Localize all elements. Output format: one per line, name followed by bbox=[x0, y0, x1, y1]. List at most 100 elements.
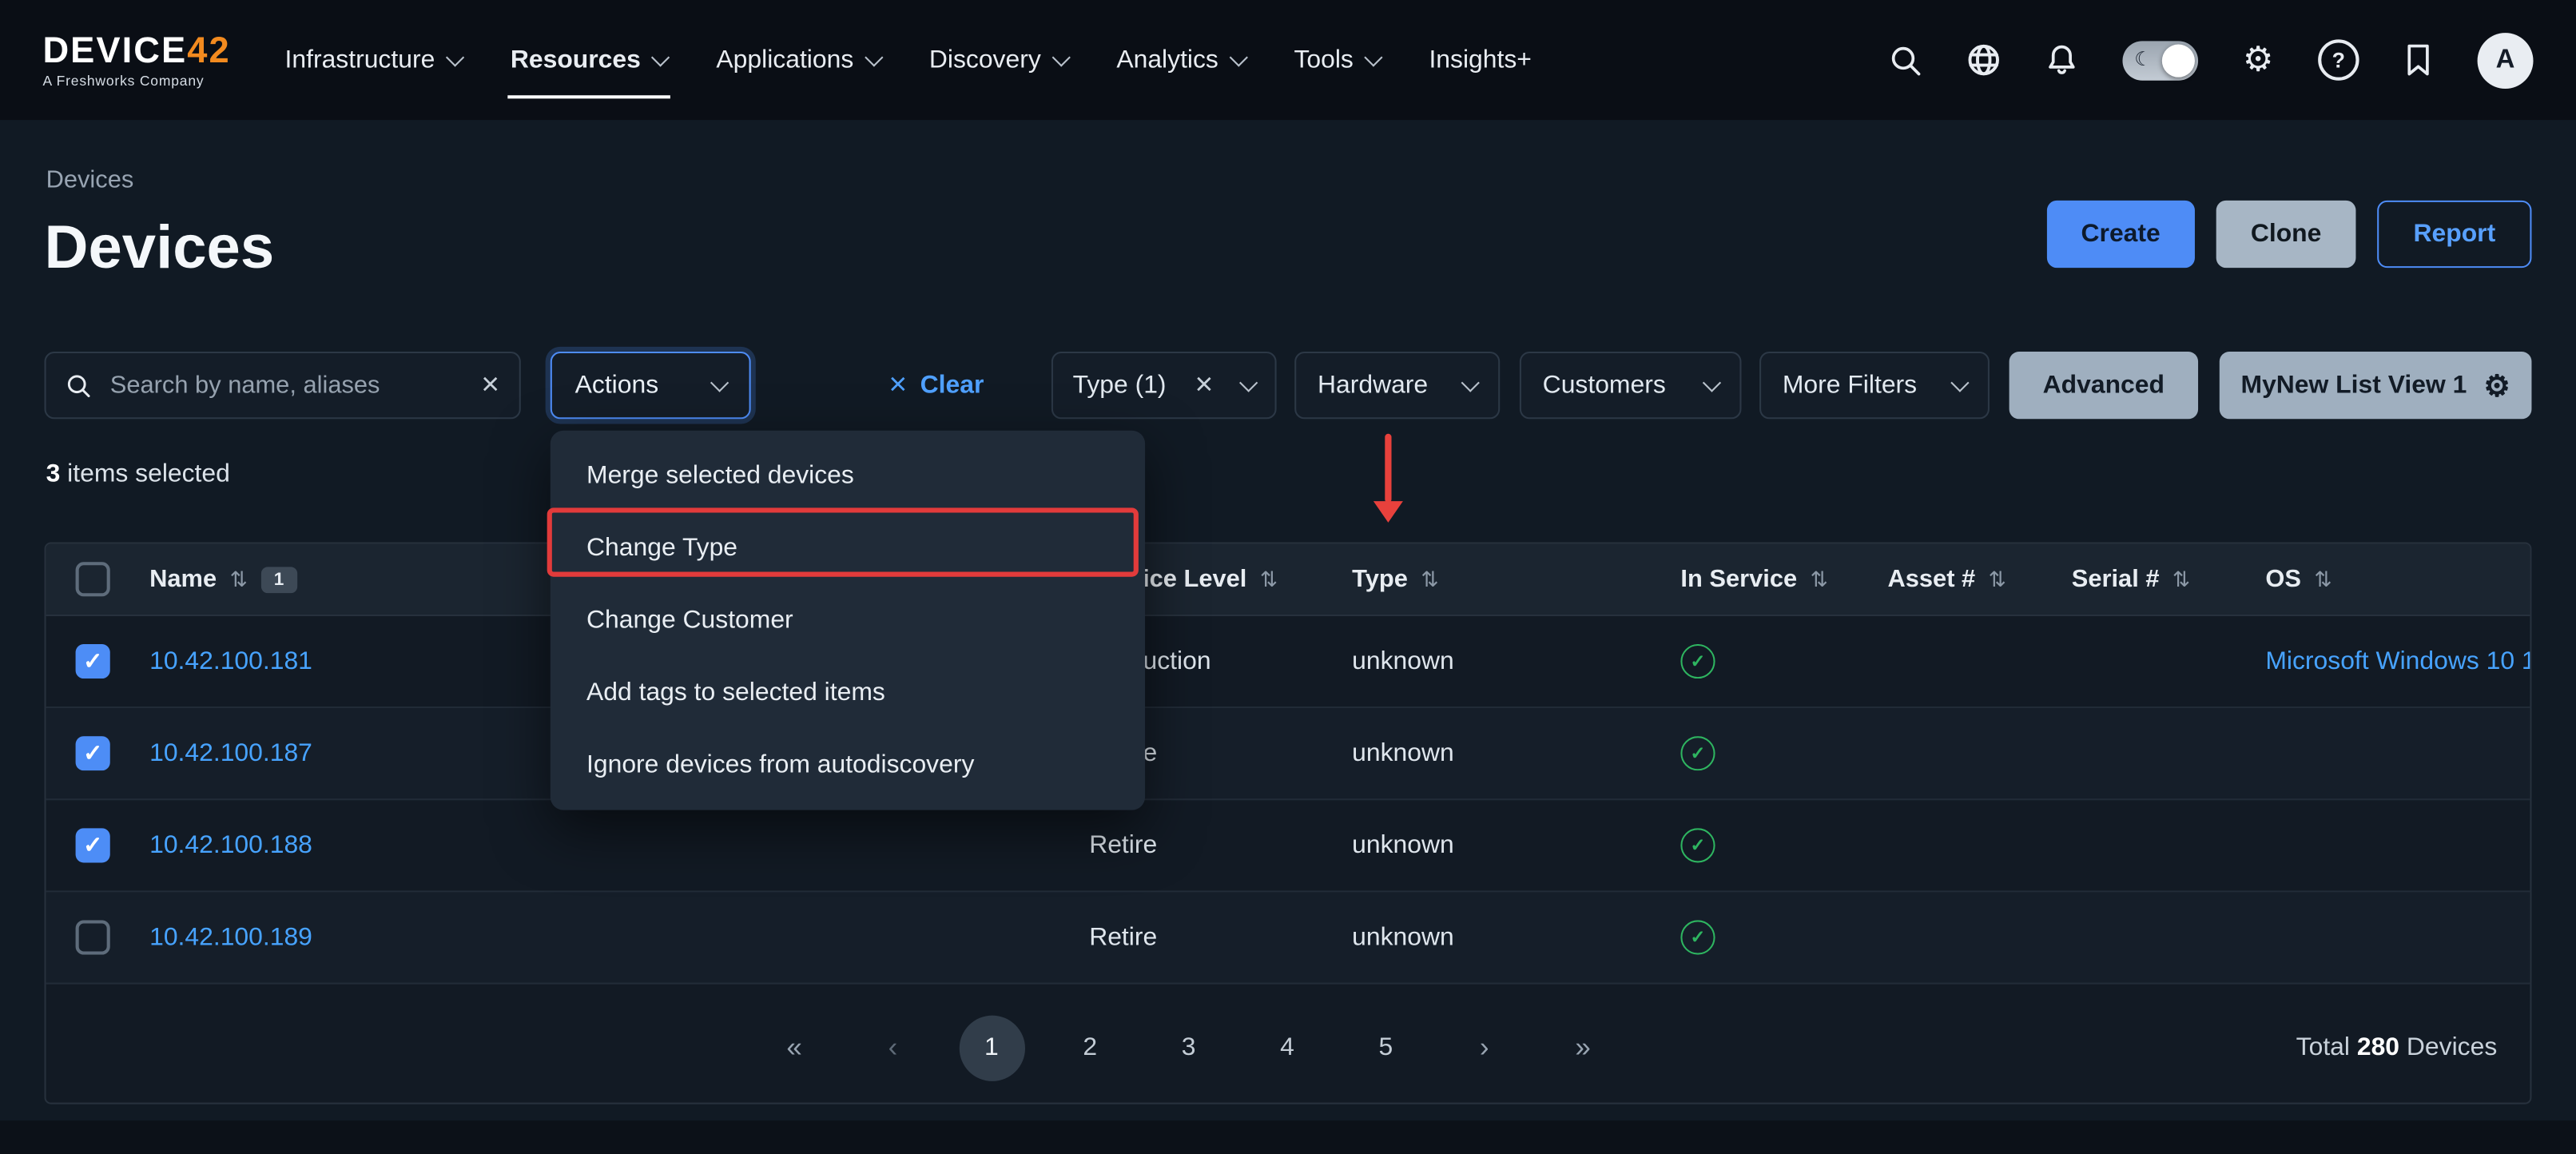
page-1-button[interactable]: 1 bbox=[959, 1016, 1024, 1081]
device-name-link[interactable]: 10.42.100.187 bbox=[149, 738, 312, 768]
nav-item-applications[interactable]: Applications bbox=[692, 0, 904, 120]
nav-item-analytics[interactable]: Analytics bbox=[1092, 0, 1270, 120]
hardware-dropdown[interactable]: Hardware bbox=[1294, 352, 1500, 419]
clear-search-icon[interactable]: × bbox=[481, 370, 499, 401]
menu-item-merge-selected-devices[interactable]: Merge selected devices bbox=[551, 440, 1145, 512]
table-row: 10.42.100.189 Retire unknown ✓ bbox=[46, 892, 2530, 984]
device-name-link[interactable]: 10.42.100.188 bbox=[149, 830, 312, 860]
menu-item-ignore-devices[interactable]: Ignore devices from autodiscovery bbox=[551, 730, 1145, 802]
sort-icon[interactable]: ⇅ bbox=[1421, 566, 1438, 592]
nav-item-tools[interactable]: Tools bbox=[1270, 0, 1405, 120]
more-filters-dropdown[interactable]: More Filters bbox=[1759, 352, 1990, 419]
gear-icon[interactable]: ⚙ bbox=[2243, 42, 2274, 77]
type-value: unknown bbox=[1352, 830, 1454, 860]
chevron-down-icon bbox=[445, 47, 463, 66]
moon-icon: ☾ bbox=[2134, 47, 2152, 70]
table-header-row: Name ⇅ 1 Service Level ⇅ Type ⇅ In Servi… bbox=[46, 544, 2530, 616]
user-avatar[interactable]: A bbox=[2478, 32, 2534, 88]
menu-item-change-customer[interactable]: Change Customer bbox=[551, 585, 1145, 657]
search-icon[interactable] bbox=[1890, 43, 1922, 76]
nav-label: Applications bbox=[716, 46, 853, 75]
customers-dropdown[interactable]: Customers bbox=[1520, 352, 1742, 419]
table-row: ✓ 10.42.100.188 Retire unknown ✓ bbox=[46, 800, 2530, 892]
help-icon[interactable]: ? bbox=[2318, 39, 2359, 80]
breadcrumb: Devices bbox=[46, 166, 134, 194]
page-3-button[interactable]: 3 bbox=[1155, 1016, 1221, 1081]
page-5-button[interactable]: 5 bbox=[1353, 1016, 1418, 1081]
device-name-link[interactable]: 10.42.100.189 bbox=[149, 923, 312, 953]
brand-logo[interactable]: DEVICE42 A Freshworks Company bbox=[42, 33, 230, 88]
next-page-button[interactable]: › bbox=[1452, 1016, 1517, 1081]
nav-item-discovery[interactable]: Discovery bbox=[904, 0, 1091, 120]
list-view-button[interactable]: MyNew List View 1 ⚙ bbox=[2220, 352, 2532, 419]
gear-icon[interactable]: ⚙ bbox=[2484, 371, 2510, 400]
nav-label: Resources bbox=[511, 46, 641, 75]
remove-chip-icon[interactable]: × bbox=[1195, 370, 1214, 401]
select-all-checkbox[interactable] bbox=[76, 562, 110, 596]
sort-icon[interactable]: ⇅ bbox=[1989, 566, 2006, 592]
page-title: Devices bbox=[45, 213, 275, 282]
create-button[interactable]: Create bbox=[2046, 201, 2195, 268]
column-header-serial[interactable]: Serial # ⇅ bbox=[2042, 565, 2236, 593]
sort-icon[interactable]: ⇅ bbox=[1811, 566, 1828, 592]
nav-item-infrastructure[interactable]: Infrastructure bbox=[260, 0, 486, 120]
sort-priority-badge: 1 bbox=[260, 566, 296, 592]
bookmark-icon[interactable] bbox=[2403, 42, 2433, 77]
column-header-os[interactable]: OS ⇅ bbox=[2236, 565, 2530, 593]
last-page-button[interactable]: » bbox=[1550, 1016, 1616, 1081]
service-level-value: Retire bbox=[1089, 923, 1157, 953]
advanced-button[interactable]: Advanced bbox=[2010, 352, 2198, 419]
column-label: Serial # bbox=[2072, 565, 2160, 593]
column-label: In Service bbox=[1680, 565, 1797, 593]
report-button[interactable]: Report bbox=[2377, 201, 2531, 268]
nav-item-insights[interactable]: Insights+ bbox=[1405, 0, 1556, 120]
device-name-link[interactable]: 10.42.100.181 bbox=[149, 647, 312, 676]
globe-icon[interactable] bbox=[1967, 42, 2002, 77]
chip-label: Type (1) bbox=[1073, 371, 1167, 400]
service-level-value: Retire bbox=[1089, 830, 1157, 860]
row-checkbox[interactable]: ✓ bbox=[76, 736, 110, 770]
row-checkbox[interactable] bbox=[76, 920, 110, 954]
chevron-down-icon bbox=[1950, 372, 1969, 391]
sort-icon[interactable]: ⇅ bbox=[1260, 566, 1278, 592]
chevron-down-icon bbox=[710, 372, 729, 391]
nav-item-resources[interactable]: Resources bbox=[486, 0, 692, 120]
os-link[interactable]: Microsoft Windows 10 170 bbox=[2265, 647, 2530, 676]
in-service-check-icon: ✓ bbox=[1680, 736, 1715, 770]
sort-icon[interactable]: ⇅ bbox=[2314, 566, 2332, 592]
column-header-type[interactable]: Type ⇅ bbox=[1322, 565, 1651, 593]
help-question-mark: ? bbox=[2318, 39, 2359, 80]
page-2-button[interactable]: 2 bbox=[1057, 1016, 1123, 1081]
sort-icon[interactable]: ⇅ bbox=[230, 566, 248, 592]
actions-dropdown[interactable]: Actions bbox=[551, 352, 751, 419]
search-icon bbox=[66, 372, 92, 399]
type-value: unknown bbox=[1352, 738, 1454, 768]
clone-button[interactable]: Clone bbox=[2216, 201, 2356, 268]
selection-count: 3 bbox=[46, 460, 61, 488]
chevron-down-icon bbox=[1229, 47, 1247, 66]
table-row: ✓ 10.42.100.181 Production unknown ✓ Mic… bbox=[46, 616, 2530, 708]
bell-icon[interactable] bbox=[2045, 42, 2078, 77]
first-page-button[interactable]: « bbox=[761, 1016, 827, 1081]
main-nav: Infrastructure Resources Applications Di… bbox=[260, 0, 1556, 120]
type-filter-chip[interactable]: Type (1) × bbox=[1051, 352, 1277, 419]
row-checkbox[interactable]: ✓ bbox=[76, 828, 110, 862]
clear-filters-link[interactable]: × Clear bbox=[888, 352, 984, 419]
selection-summary: 3 items selected bbox=[46, 460, 230, 490]
row-checkbox[interactable]: ✓ bbox=[76, 644, 110, 678]
page-4-button[interactable]: 4 bbox=[1254, 1016, 1320, 1081]
pagination: « ‹ 1 2 3 4 5 › » bbox=[761, 1016, 1616, 1081]
menu-item-change-type[interactable]: Change Type bbox=[551, 513, 1145, 585]
list-view-label: MyNew List View 1 bbox=[2241, 371, 2467, 400]
column-label: Name bbox=[149, 565, 217, 593]
menu-item-add-tags[interactable]: Add tags to selected items bbox=[551, 657, 1145, 729]
prev-page-button[interactable]: ‹ bbox=[860, 1016, 925, 1081]
search-input[interactable] bbox=[107, 370, 467, 401]
theme-toggle[interactable]: ☾ bbox=[2123, 40, 2199, 79]
brand-name: DEVICE42 bbox=[42, 33, 230, 69]
column-header-in-service[interactable]: In Service ⇅ bbox=[1651, 565, 1858, 593]
chevron-down-icon bbox=[1051, 47, 1070, 66]
column-header-asset[interactable]: Asset # ⇅ bbox=[1858, 565, 2041, 593]
sort-icon[interactable]: ⇅ bbox=[2173, 566, 2190, 592]
clear-label: Clear bbox=[920, 371, 984, 400]
